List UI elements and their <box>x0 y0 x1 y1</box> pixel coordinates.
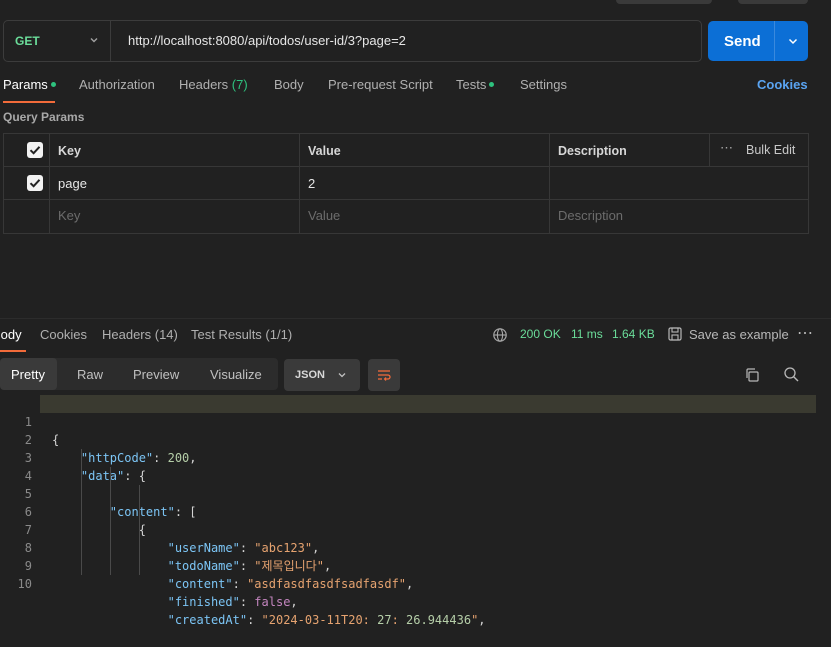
headers-count: (7) <box>231 77 248 92</box>
chevron-down-icon <box>338 373 346 378</box>
response-size[interactable]: 1.64 KB <box>612 327 655 341</box>
code-line: 9 "finished": false, <box>0 539 831 609</box>
param-key-cell[interactable]: page <box>58 176 87 191</box>
check-icon <box>29 179 41 188</box>
code-text: "content": "asdfasdfasdfsadfasdf", <box>167 577 414 591</box>
send-button[interactable]: Send <box>708 21 808 61</box>
status-code[interactable]: 200 OK <box>520 327 561 341</box>
tab-tests[interactable]: Tests <box>456 77 495 92</box>
wrap-lines-button[interactable] <box>368 359 400 391</box>
save-as-example-button[interactable]: Save as example <box>689 327 789 342</box>
row-checkbox[interactable] <box>27 175 43 191</box>
code-line: 4 "content": [ <box>0 449 831 519</box>
search-icon[interactable] <box>783 366 800 383</box>
response-tab-headers[interactable]: Headers (14) <box>102 327 178 342</box>
view-visualize[interactable]: Visualize <box>210 367 262 382</box>
response-time[interactable]: 11 ms <box>571 327 603 341</box>
code-line: 2 "httpCode": 200, <box>0 413 831 465</box>
view-pretty[interactable]: Pretty <box>11 367 45 382</box>
column-header-description: Description <box>558 144 627 158</box>
line-number: 10 <box>17 577 32 591</box>
url-input[interactable]: http://localhost:8080/api/todos/user-id/… <box>128 33 406 48</box>
check-icon <box>29 146 41 155</box>
tab-settings[interactable]: Settings <box>520 77 567 92</box>
active-indicator-dot <box>489 82 495 88</box>
tab-params[interactable]: Params <box>3 77 56 92</box>
active-indicator-dot <box>50 82 56 88</box>
method-select[interactable]: GET <box>4 21 111 61</box>
tab-headers-label: Headers <box>179 77 229 92</box>
code-text: "createdAt": "2024-03-11T20: 27: 26.9444… <box>167 613 486 627</box>
response-tab-cookies[interactable]: Cookies <box>40 327 87 342</box>
response-body-code[interactable]: 1 { 2 "httpCode": 200, 3 "data": { 4 "co… <box>0 395 831 627</box>
tab-tests-label: Tests <box>456 77 487 92</box>
param-value-cell[interactable]: 2 <box>308 176 315 191</box>
request-url-bar: GET http://localhost:8080/api/todos/user… <box>3 20 702 62</box>
tab-body[interactable]: Body <box>274 77 304 92</box>
code-line: 10 "createdAt": "2024-03-11T20: 27: 26.9… <box>0 557 831 627</box>
new-description-input[interactable]: Description <box>558 208 623 223</box>
tab-authorization[interactable]: Authorization <box>79 77 155 92</box>
response-view-toggle: Pretty Raw Preview Visualize <box>0 358 278 390</box>
globe-icon[interactable] <box>492 327 508 343</box>
code-line: 1 { <box>25 395 816 447</box>
chevron-down-icon[interactable] <box>786 34 800 48</box>
code-line: 7 "todoName": "제목입니다", <box>0 503 831 573</box>
more-horizontal-icon[interactable]: ⋯ <box>720 140 733 156</box>
bulk-edit-button[interactable]: Bulk Edit <box>746 143 795 157</box>
code-line: 5 { <box>0 467 831 537</box>
method-label: GET <box>15 34 40 48</box>
active-tab-underline <box>3 101 55 103</box>
new-value-input[interactable]: Value <box>308 208 340 223</box>
code-line: 3 "data": { <box>0 431 831 483</box>
code-line: 8 "content": "asdfasdfasdfsadfasdf", <box>0 521 831 591</box>
save-icon[interactable] <box>667 326 683 342</box>
code-line: 6 "userName": "abc123", <box>0 485 831 555</box>
view-preview[interactable]: Preview <box>133 367 179 382</box>
code-text: "finished": false, <box>167 595 298 609</box>
view-raw[interactable]: Raw <box>77 367 103 382</box>
tab-prerequest-script[interactable]: Pre-request Script <box>328 77 433 92</box>
response-divider[interactable] <box>0 318 831 319</box>
response-tab-test-results[interactable]: Test Results (1/1) <box>191 327 292 342</box>
send-label: Send <box>724 33 761 50</box>
tab-params-label: Params <box>3 77 48 92</box>
response-tab-body[interactable]: Body <box>0 327 22 342</box>
top-toolbar-button[interactable] <box>616 0 712 4</box>
select-all-checkbox[interactable] <box>27 142 43 158</box>
tab-headers[interactable]: Headers (7) <box>179 77 248 92</box>
active-tab-underline <box>0 350 26 352</box>
copy-icon[interactable] <box>744 367 760 383</box>
more-horizontal-icon[interactable]: ⋯ <box>797 323 813 343</box>
chevron-down-icon <box>90 38 98 43</box>
format-select[interactable]: JSON <box>284 359 360 391</box>
query-params-title: Query Params <box>3 110 85 124</box>
cookies-link[interactable]: Cookies <box>757 77 808 92</box>
column-header-value: Value <box>308 144 341 158</box>
wrap-lines-icon <box>378 370 391 381</box>
new-key-input[interactable]: Key <box>58 208 80 223</box>
query-params-table: Key Value Description ⋯ Bulk Edit page 2… <box>3 133 809 234</box>
column-header-key: Key <box>58 144 81 158</box>
format-label: JSON <box>295 369 325 381</box>
top-toolbar-button-2[interactable] <box>738 0 808 4</box>
